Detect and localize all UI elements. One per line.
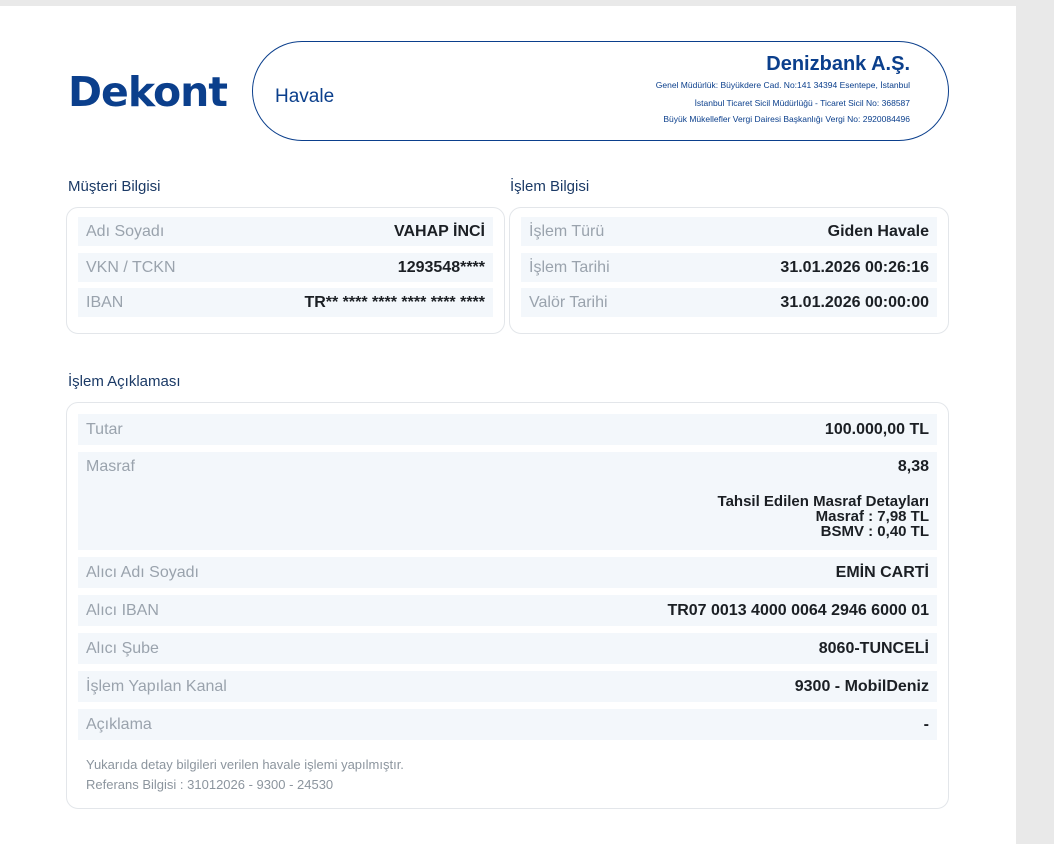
row-value: 8,38	[897, 458, 929, 475]
customer-row-name: Adı Soyadı VAHAP İNCİ	[78, 217, 493, 246]
row-value: TR07 0013 4000 0064 2946 6000 01	[667, 601, 929, 619]
row-label: İşlem Tarihi	[529, 258, 610, 276]
row-label: Alıcı Adı Soyadı	[86, 563, 199, 581]
row-value: -	[923, 715, 929, 733]
fee-details-bsmv: BSMV : 0,40 TL	[820, 523, 929, 540]
row-label: İşlem Yapılan Kanal	[86, 677, 227, 695]
transaction-row-type: İşlem Türü Giden Havale	[521, 217, 937, 246]
row-label: Masraf	[86, 458, 135, 475]
row-value: 9300 - MobilDeniz	[794, 677, 929, 695]
row-value: 100.000,00 TL	[824, 420, 929, 438]
transaction-row-date: İşlem Tarihi 31.01.2026 00:26:16	[521, 253, 937, 282]
reference-info: Referans Bilgisi : 31012026 - 9300 - 245…	[86, 777, 334, 792]
row-label: İşlem Türü	[529, 222, 605, 240]
bank-header-box: Havale Denizbank A.Ş. Genel Müdürlük: Bü…	[252, 41, 949, 141]
row-label: Valör Tarihi	[529, 293, 608, 311]
customer-row-id: VKN / TCKN 1293548****	[78, 253, 493, 282]
customer-section-title: Müşteri Bilgisi	[68, 178, 161, 195]
row-value: 31.01.2026 00:00:00	[780, 293, 929, 311]
row-value: 1293548****	[397, 258, 485, 276]
row-value: Giden Havale	[827, 222, 929, 240]
row-fee: Masraf 8,38 Tahsil Edilen Masraf Detayla…	[78, 452, 937, 550]
row-label: Alıcı IBAN	[86, 601, 159, 619]
row-label: Adı Soyadı	[86, 222, 165, 240]
customer-row-iban: IBAN TR** **** **** **** **** ****	[78, 288, 493, 317]
completion-note: Yukarıda detay bilgileri verilen havale …	[86, 757, 404, 772]
row-channel: İşlem Yapılan Kanal 9300 - MobilDeniz	[78, 671, 937, 702]
row-label: Açıklama	[86, 715, 152, 733]
description-card: Tutar 100.000,00 TL Masraf 8,38 Tahsil E…	[66, 402, 949, 809]
description-section-title: İşlem Açıklaması	[68, 373, 181, 390]
row-value: 8060-TUNCELİ	[818, 639, 929, 657]
fee-details: Tahsil Edilen Masraf Detayları Masraf : …	[718, 494, 929, 539]
row-label: IBAN	[86, 293, 124, 311]
row-value: VAHAP İNCİ	[394, 222, 485, 240]
bank-trade-registry: İstanbul Ticaret Sicil Müdürlüğü - Ticar…	[694, 98, 910, 108]
row-value: TR** **** **** **** **** ****	[304, 293, 485, 311]
row-explanation: Açıklama -	[78, 709, 937, 740]
row-label: Tutar	[86, 420, 123, 438]
row-label: Alıcı Şube	[86, 639, 159, 657]
row-recipient-iban: Alıcı IBAN TR07 0013 4000 0064 2946 6000…	[78, 595, 937, 626]
fee-details-title: Tahsil Edilen Masraf Detayları	[717, 493, 929, 510]
page-title: Dekont	[68, 68, 228, 116]
fee-details-fee: Masraf : 7,98 TL	[815, 508, 929, 525]
row-label: VKN / TCKN	[86, 258, 176, 276]
row-value: EMİN CARTİ	[835, 563, 929, 581]
row-value: 31.01.2026 00:26:16	[780, 258, 929, 276]
bank-name: Denizbank A.Ş.	[766, 53, 910, 75]
bank-tax-number: Büyük Mükellefler Vergi Dairesi Başkanlı…	[663, 114, 910, 124]
row-amount: Tutar 100.000,00 TL	[78, 414, 937, 445]
transaction-section-title: İşlem Bilgisi	[510, 178, 590, 195]
document-type: Havale	[275, 86, 335, 107]
transaction-row-value-date: Valör Tarihi 31.01.2026 00:00:00	[521, 288, 937, 317]
customer-card: Adı Soyadı VAHAP İNCİ VKN / TCKN 1293548…	[66, 207, 505, 334]
transaction-card: İşlem Türü Giden Havale İşlem Tarihi 31.…	[509, 207, 949, 334]
bank-address: Genel Müdürlük: Büyükdere Cad. No:141 34…	[655, 80, 910, 90]
row-recipient-name: Alıcı Adı Soyadı EMİN CARTİ	[78, 557, 937, 588]
row-recipient-branch: Alıcı Şube 8060-TUNCELİ	[78, 633, 937, 664]
